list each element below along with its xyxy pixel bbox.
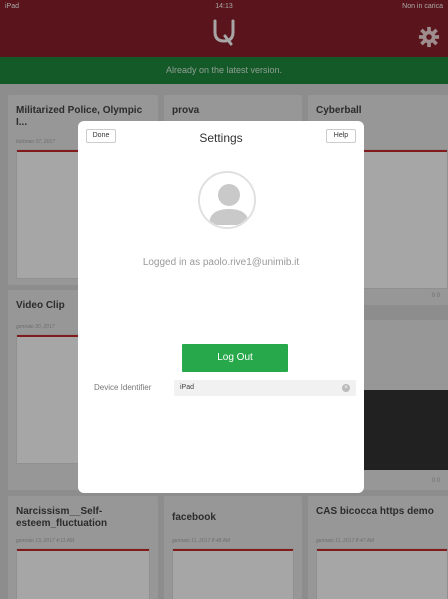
avatar-icon [198, 171, 256, 229]
device-identifier-field[interactable]: iPad × [174, 380, 356, 396]
modal-title: Settings [199, 131, 243, 145]
device-identifier-value: iPad [180, 384, 195, 391]
logged-in-text: Logged in as paolo.rive1@unimib.it [142, 257, 300, 268]
settings-modal: Done Settings Help Logged in as paolo.ri… [78, 121, 364, 493]
clear-icon[interactable]: × [342, 384, 350, 392]
logout-button[interactable]: Log Out [182, 344, 288, 372]
device-identifier-label: Device Identifier [94, 383, 152, 392]
help-button[interactable]: Help [326, 129, 356, 143]
